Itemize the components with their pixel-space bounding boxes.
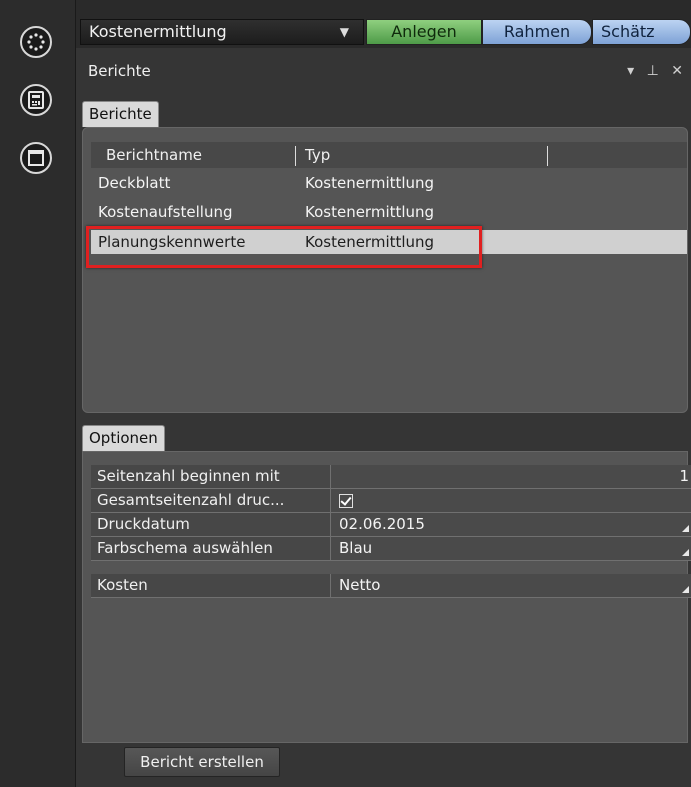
- property-row[interactable]: Gesamtseitenzahl druc...: [91, 489, 691, 513]
- loading-spinner-icon[interactable]: [20, 26, 52, 58]
- dropdown-corner-icon[interactable]: [682, 549, 689, 556]
- property-value[interactable]: [331, 489, 691, 512]
- property-row[interactable]: Farbschema auswählen Blau: [91, 537, 691, 561]
- report-name: Deckblatt: [98, 174, 171, 192]
- report-name: Kostenaufstellung: [98, 203, 233, 221]
- property-row[interactable]: Druckdatum 02.06.2015: [91, 513, 691, 537]
- property-value-dropdown[interactable]: 02.06.2015: [331, 513, 691, 536]
- property-label: Kosten: [91, 574, 331, 597]
- column-header-berichtname[interactable]: Berichtname: [106, 142, 202, 168]
- panel-header: Berichte ▾ ⊥ ✕: [76, 58, 691, 84]
- checkbox-checked[interactable]: [339, 494, 353, 508]
- property-label: Seitenzahl beginnen mit: [91, 465, 331, 488]
- window-frame-icon[interactable]: [20, 142, 52, 174]
- module-combobox[interactable]: Kostenermittlung ▼: [80, 19, 364, 45]
- options-grid: Seitenzahl beginnen mit 1 Gesamtseitenza…: [82, 451, 691, 743]
- property-label: Farbschema auswählen: [91, 537, 331, 560]
- tab-anlegen[interactable]: Anlegen: [366, 19, 482, 45]
- column-header-typ[interactable]: Typ: [305, 142, 330, 168]
- column-separator[interactable]: [295, 146, 296, 166]
- main-area: Kostenermittlung ▼ Anlegen Rahmen Schätz…: [76, 0, 691, 787]
- property-label: Gesamtseitenzahl druc...: [91, 489, 331, 512]
- property-value-text: 02.06.2015: [339, 515, 425, 533]
- dropdown-corner-icon[interactable]: [682, 525, 689, 532]
- property-row[interactable]: Kosten Netto: [91, 574, 691, 598]
- report-type: Kostenermittlung: [305, 174, 435, 192]
- dropdown-corner-icon[interactable]: [682, 586, 689, 593]
- module-combobox-value: Kostenermittlung: [89, 22, 227, 41]
- property-value-text: Blau: [339, 539, 373, 557]
- dropdown-arrow-icon: ▼: [339, 25, 349, 39]
- tab-rahmen[interactable]: Rahmen: [482, 19, 592, 45]
- property-value[interactable]: 1: [331, 465, 691, 488]
- reports-list-header: Berichtname Typ: [91, 142, 687, 168]
- tab-optionen[interactable]: Optionen: [82, 425, 165, 451]
- reports-list: Berichtname Typ Deckblatt Kostenermittlu…: [82, 127, 688, 413]
- selection-highlight-frame: [86, 226, 482, 268]
- tab-schaetz[interactable]: Schätz: [592, 19, 691, 45]
- report-type: Kostenermittlung: [305, 203, 435, 221]
- left-sidebar: [0, 0, 76, 787]
- create-report-button[interactable]: Bericht erstellen: [124, 747, 280, 777]
- property-value-dropdown[interactable]: Blau: [331, 537, 691, 560]
- panel-title: Berichte: [88, 62, 151, 80]
- close-icon[interactable]: ✕: [671, 63, 687, 79]
- list-item[interactable]: Kostenaufstellung Kostenermittlung: [91, 200, 687, 224]
- panel-window-controls[interactable]: ▾ ⊥ ✕: [627, 58, 687, 84]
- property-value-text: Netto: [339, 576, 381, 594]
- list-item[interactable]: Deckblatt Kostenermittlung: [91, 171, 687, 195]
- property-row[interactable]: Seitenzahl beginnen mit 1: [91, 465, 691, 489]
- tab-berichte[interactable]: Berichte: [82, 101, 159, 127]
- top-toolbar: Kostenermittlung ▼ Anlegen Rahmen Schätz: [76, 0, 691, 48]
- pin-menu-icon[interactable]: ▾: [627, 63, 638, 79]
- calculator-icon[interactable]: [20, 84, 52, 116]
- pin-icon[interactable]: ⊥: [647, 63, 663, 79]
- property-value-dropdown[interactable]: Netto: [331, 574, 691, 597]
- property-label: Druckdatum: [91, 513, 331, 536]
- column-separator[interactable]: [547, 146, 548, 166]
